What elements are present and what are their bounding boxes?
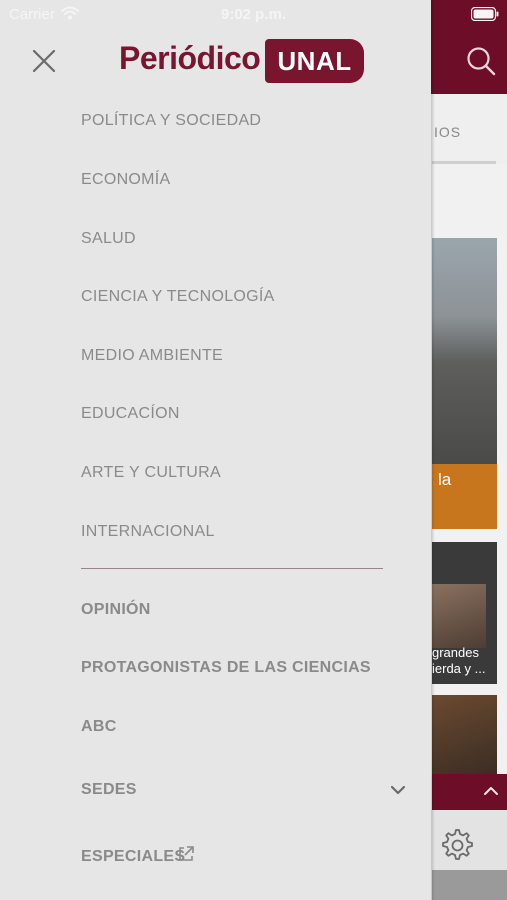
nav-item-internacional[interactable]: INTERNACIONAL — [81, 523, 215, 541]
article-image[interactable] — [432, 238, 497, 464]
status-time: 9:02 p.m. — [220, 6, 287, 23]
article-image — [432, 584, 486, 648]
logo-text: Periódico — [119, 40, 261, 76]
nav-item-educacion[interactable]: EDUCACÍON — [81, 405, 180, 423]
logo-badge: UNAL — [265, 39, 364, 83]
side-drawer: Periódico UNAL POLÍTICA Y SOCIEDAD ECONO… — [0, 0, 431, 900]
nav-item-protagonistas[interactable]: PROTAGONISTAS DE LAS CIENCIAS — [81, 659, 371, 677]
nav-item-sedes[interactable]: SEDES — [81, 781, 137, 799]
close-icon[interactable] — [29, 46, 59, 76]
article-title-fragment: grandes — [432, 645, 479, 660]
external-link-icon — [179, 846, 194, 861]
footer-strip — [432, 870, 507, 900]
battery-icon — [471, 7, 499, 21]
logo-badge-text: UNAL — [277, 46, 352, 76]
nav-item-opinion[interactable]: OPINIÓN — [81, 601, 151, 619]
nav-item-ciencia-y-tecnologia[interactable]: CIENCIA Y TECNOLOGÍA — [81, 288, 275, 306]
article-title-fragment: la — [438, 470, 452, 489]
nav-item-salud[interactable]: SALUD — [81, 230, 136, 248]
drawer-shadow — [431, 0, 435, 900]
nav-item-medio-ambiente[interactable]: MEDIO AMBIENTE — [81, 347, 223, 365]
status-bar: Carrier 9:02 p.m. — [0, 0, 507, 28]
nav-item-politica-y-sociedad[interactable]: POLÍTICA Y SOCIEDAD — [81, 112, 261, 130]
nav-item-economia[interactable]: ECONOMÍA — [81, 171, 171, 189]
article-image[interactable] — [432, 695, 497, 774]
tab-fragment[interactable]: IOS — [434, 124, 461, 140]
nav-divider — [81, 568, 383, 569]
chevron-up-icon[interactable] — [482, 782, 500, 800]
nav-item-especiales[interactable]: ESPECIALES — [81, 848, 185, 866]
nav-item-abc[interactable]: ABC — [81, 718, 117, 736]
gear-icon[interactable] — [438, 826, 474, 862]
nav-item-arte-y-cultura[interactable]: ARTE Y CULTURA — [81, 464, 221, 482]
article-title-fragment: ierda y ... — [432, 661, 486, 676]
chevron-down-icon[interactable] — [389, 781, 407, 799]
search-icon[interactable] — [466, 46, 496, 76]
app-logo: Periódico UNAL — [119, 38, 364, 84]
